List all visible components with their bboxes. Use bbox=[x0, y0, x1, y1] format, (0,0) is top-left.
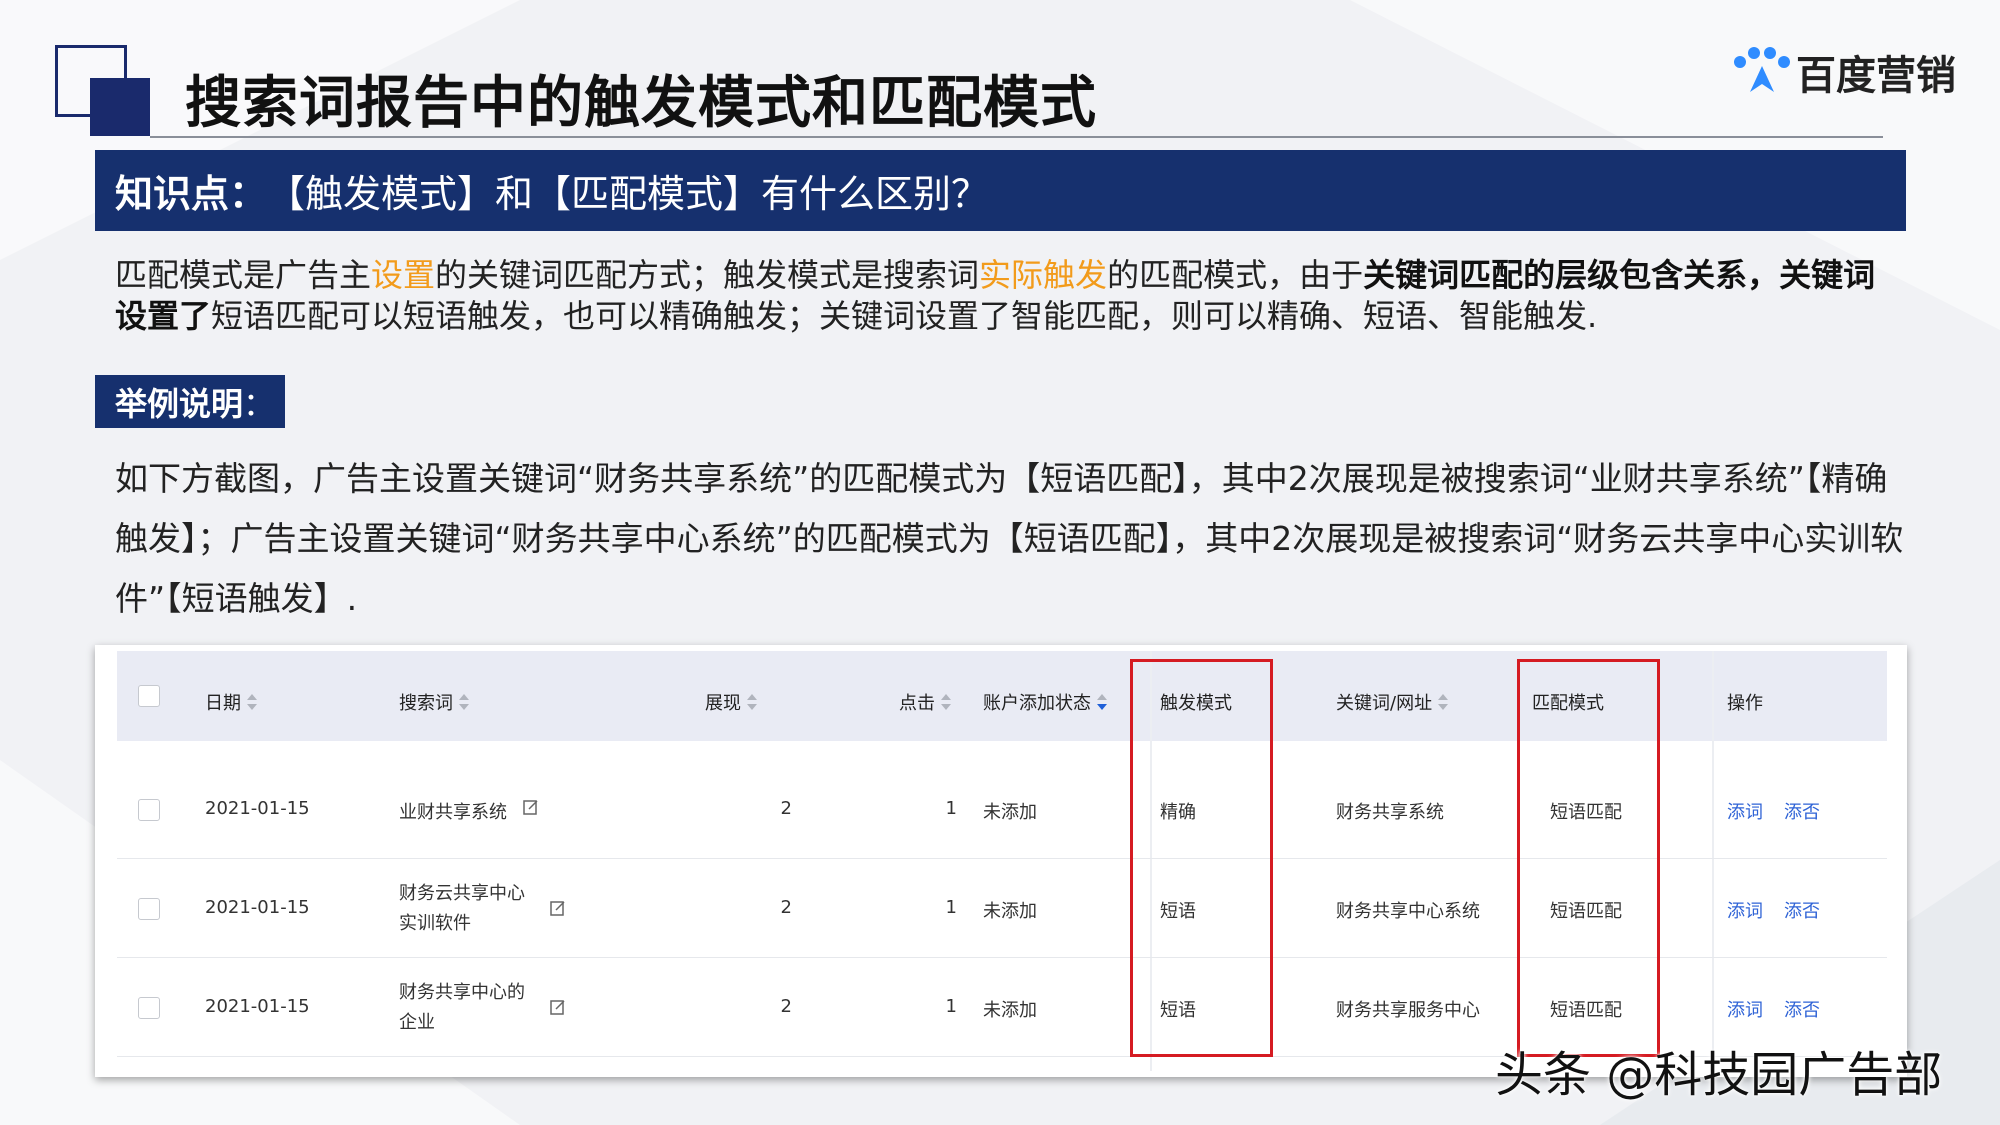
row-keyword: 财务共享系统 bbox=[1336, 802, 1444, 823]
para-text-3: 的匹配模式，由于 bbox=[1107, 256, 1364, 294]
row-date: 2021-01-15 bbox=[205, 798, 310, 819]
row-clicks: 1 bbox=[945, 996, 957, 1017]
header-search-term[interactable]: 搜索词 bbox=[399, 689, 469, 715]
page-title: 搜索词报告中的触发模式和匹配模式 bbox=[185, 71, 1097, 136]
watermark: 头条 @科技园广告部 bbox=[1495, 1047, 1943, 1103]
select-all-checkbox[interactable] bbox=[138, 685, 160, 707]
sort-icon bbox=[1097, 694, 1107, 710]
para-text-2: 的关键词匹配方式；触发模式是搜索词 bbox=[435, 256, 980, 294]
row-date: 2021-01-15 bbox=[205, 996, 310, 1017]
row-keyword: 财务共享服务中心 bbox=[1336, 1000, 1480, 1021]
header-account-status[interactable]: 账户添加状态 bbox=[983, 689, 1107, 715]
baidu-marketing-logo-icon bbox=[1734, 47, 1790, 92]
para-text-1: 匹配模式是广告主 bbox=[115, 256, 372, 294]
knowledge-question: 【触发模式】和【匹配模式】有什么区别？ bbox=[267, 172, 990, 216]
example-badge: 举例说明： bbox=[95, 375, 285, 428]
add-negative-link[interactable]: 添否 bbox=[1784, 798, 1820, 824]
knowledge-label: 知识点： bbox=[115, 172, 268, 216]
row-status: 未添加 bbox=[983, 1000, 1037, 1021]
header-date[interactable]: 日期 bbox=[205, 689, 257, 715]
row-date: 2021-01-15 bbox=[205, 897, 310, 918]
sort-icon bbox=[459, 694, 469, 710]
add-keyword-link[interactable]: 添词 bbox=[1727, 996, 1763, 1022]
add-keyword-link[interactable]: 添词 bbox=[1727, 798, 1763, 824]
brand-name: 百度营销 bbox=[1796, 53, 1956, 99]
title-decoration-fill bbox=[90, 78, 150, 136]
add-keyword-link[interactable]: 添词 bbox=[1727, 897, 1763, 923]
row-status: 未添加 bbox=[983, 901, 1037, 922]
add-negative-link[interactable]: 添否 bbox=[1784, 897, 1820, 923]
header-keyword[interactable]: 关键词/网址 bbox=[1336, 689, 1449, 715]
row-checkbox[interactable] bbox=[138, 997, 160, 1019]
row-keyword: 财务共享中心系统 bbox=[1336, 901, 1480, 922]
sort-icon bbox=[247, 694, 257, 710]
header-impressions[interactable]: 展现 bbox=[705, 689, 757, 715]
sort-icon bbox=[747, 694, 757, 710]
search-term-report-table: 日期 搜索词 展现 点击 账户添加状态 触发模式 关键词/网址 匹配模式 操作 … bbox=[95, 645, 1907, 1077]
para-text-4: 短语匹配可以短语触发，也可以精确触发；关键词设置了智能匹配，则可以精确、短语、智… bbox=[211, 297, 1598, 335]
title-divider bbox=[150, 136, 1883, 138]
row-search-term: 财务共享中心的企业 bbox=[399, 982, 525, 1033]
row-impressions: 2 bbox=[780, 996, 792, 1017]
row-impressions: 2 bbox=[780, 798, 792, 819]
header-operations: 操作 bbox=[1727, 693, 1763, 714]
row-search-term: 业财共享系统 bbox=[399, 802, 507, 823]
knowledge-paragraph: 匹配模式是广告主设置的关键词匹配方式；触发模式是搜索词实际触发的匹配模式，由于关… bbox=[115, 255, 1895, 337]
match-mode-highlight-box bbox=[1517, 659, 1660, 1057]
sort-icon bbox=[1438, 694, 1449, 710]
edit-icon[interactable] bbox=[549, 998, 567, 1016]
para-highlight-2: 实际触发 bbox=[979, 256, 1108, 294]
edit-icon[interactable] bbox=[549, 899, 567, 917]
brand-logo: 百度营销 bbox=[1730, 44, 1956, 100]
row-checkbox[interactable] bbox=[138, 799, 160, 821]
row-search-term: 财务云共享中心实训软件 bbox=[399, 883, 525, 934]
example-colon: ： bbox=[243, 384, 276, 423]
add-negative-link[interactable]: 添否 bbox=[1784, 996, 1820, 1022]
example-label: 举例说明 bbox=[115, 384, 244, 423]
row-clicks: 1 bbox=[945, 897, 957, 918]
row-checkbox[interactable] bbox=[138, 898, 160, 920]
header-clicks[interactable]: 点击 bbox=[899, 689, 951, 715]
trigger-mode-highlight-box bbox=[1130, 659, 1273, 1057]
para-highlight-1: 设置 bbox=[371, 256, 436, 294]
row-clicks: 1 bbox=[945, 798, 957, 819]
row-impressions: 2 bbox=[780, 897, 792, 918]
example-paragraph: 如下方截图，广告主设置关键词“财务共享系统”的匹配模式为【短语匹配】，其中2次展… bbox=[115, 459, 1904, 618]
sort-icon bbox=[941, 694, 951, 710]
edit-icon[interactable] bbox=[522, 798, 540, 816]
row-status: 未添加 bbox=[983, 802, 1037, 823]
knowledge-banner: 知识点： 【触发模式】和【匹配模式】有什么区别？ bbox=[95, 150, 1906, 231]
